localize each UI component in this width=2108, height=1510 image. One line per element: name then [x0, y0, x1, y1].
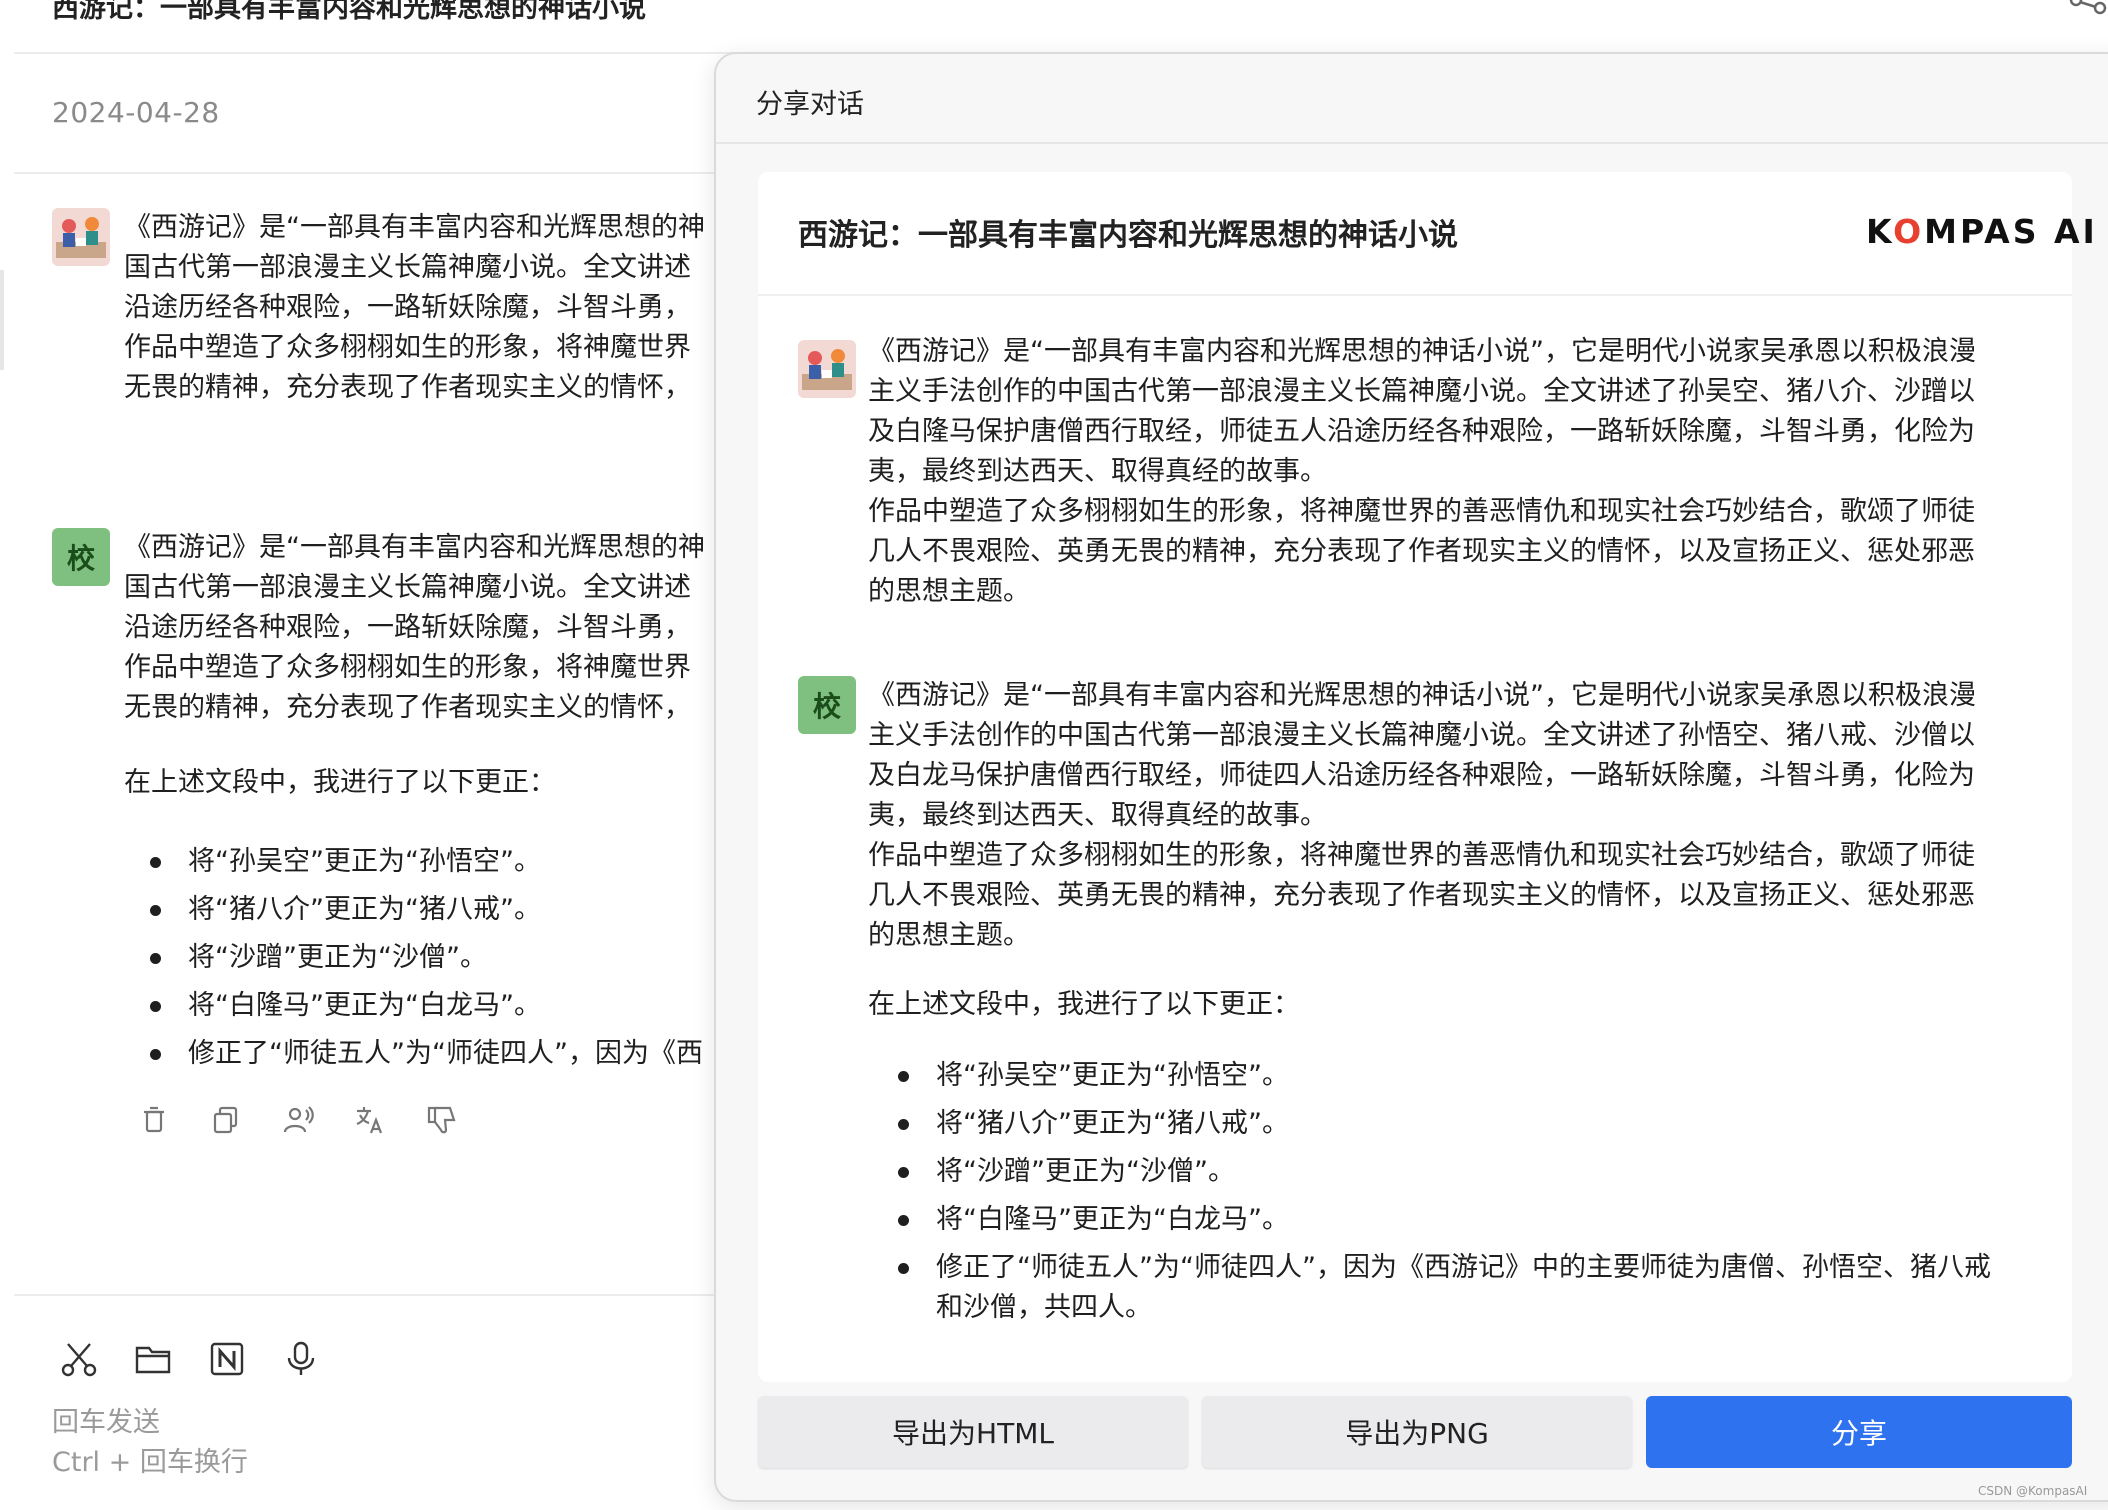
- corrected-line: 夷，最终到达西天、取得真经的故事。: [868, 800, 1327, 831]
- corrected-line: 主义手法创作的中国古代第一部浪漫主义长篇神魔小说。全文讲述了孙悟空、猪八戒、沙僧…: [868, 720, 1975, 751]
- preview-corrected-message: 《西游记》是“一部具有丰富内容和光辉思想的神话小说”，它是明代小说家吴承恩以积极…: [868, 676, 2048, 956]
- trash-icon[interactable]: [138, 1104, 170, 1136]
- microphone-icon[interactable]: [282, 1340, 320, 1378]
- list-item-text: 修正了“师徒五人”为“师徒四人”，因为《西游记》中的主要师徒为唐僧、孙悟空、猪八…: [936, 1252, 1991, 1283]
- original-line: 及白隆马保护唐僧西行取经，师徒五人沿途历经各种艰险，一路斩妖除魔，斗智斗勇，化险…: [868, 416, 1975, 447]
- message-actions: [138, 1104, 458, 1136]
- list-item: 将“沙蹭”更正为“沙僧”。: [150, 934, 720, 982]
- corrected-line: 沿途历经各种艰险，一路斩妖除魔，斗智斗勇，: [124, 612, 691, 643]
- corrected-line: 《西游记》是“一部具有丰富内容和光辉思想的神: [124, 532, 705, 563]
- original-line: 夷，最终到达西天、取得真经的故事。: [868, 456, 1327, 487]
- left-rail: [0, 270, 4, 370]
- original-line: 沿途历经各种艰险，一路斩妖除魔，斗智斗勇，: [124, 292, 691, 323]
- user-avatar: [798, 340, 856, 398]
- brand-logo-part: K: [1866, 212, 1894, 251]
- corrected-line: 及白龙马保护唐僧西行取经，师徒四人沿途历经各种艰险，一路斩妖除魔，斗智斗勇，化险…: [868, 760, 1975, 791]
- list-item: 将“孙吴空”更正为“孙悟空”。: [150, 838, 720, 886]
- original-line: 的思想主题。: [868, 576, 1030, 607]
- list-item: 将“白隆马”更正为“白龙马”。: [150, 982, 720, 1030]
- preview-title: 西游记：一部具有丰富内容和光辉思想的神话小说: [798, 218, 1458, 253]
- watermark: CSDN @KompasAI: [1978, 1484, 2088, 1498]
- translate-icon[interactable]: [354, 1104, 386, 1136]
- list-item: 修正了“师徒五人”为“师徒四人”，因为《西游记》中的主要师徒为唐僧、孙悟空、猪八…: [898, 1248, 2048, 1328]
- conversation-title: 西游记：一部具有丰富内容和光辉思想的神话小说: [52, 0, 646, 24]
- list-item: 将“孙吴空”更正为“孙悟空”。: [898, 1056, 2048, 1096]
- corrected-line: 作品中塑造了众多栩栩如生的形象，将神魔世界的善恶情仇和现实社会巧妙结合，歌颂了师…: [868, 840, 1975, 871]
- export-html-button[interactable]: 导出为HTML: [758, 1396, 1188, 1468]
- thumbs-down-icon[interactable]: [426, 1104, 458, 1136]
- corrected-line: 的思想主题。: [868, 920, 1030, 951]
- preview-original-message: 《西游记》是“一部具有丰富内容和光辉思想的神话小说”，它是明代小说家吴承恩以积极…: [868, 332, 2048, 612]
- list-item: 将“沙蹭”更正为“沙僧”。: [898, 1152, 2048, 1192]
- corrections-list: 将“孙吴空”更正为“孙悟空”。 将“猪八介”更正为“猪八戒”。 将“沙蹭”更正为…: [150, 838, 720, 1078]
- notion-icon[interactable]: [208, 1340, 246, 1378]
- send-hint: 回车发送: [52, 1407, 160, 1438]
- list-item: 将“白隆马”更正为“白龙马”。: [898, 1200, 2048, 1240]
- share-button[interactable]: 分享: [1646, 1396, 2072, 1468]
- conversation-date: 2024-04-28: [52, 96, 220, 129]
- list-item: 修正了“师徒五人”为“师徒四人”，因为《西: [150, 1030, 720, 1078]
- list-item-text: 和沙僧，共四人。: [936, 1292, 1152, 1323]
- input-toolbar: [60, 1340, 320, 1378]
- corrected-message: 《西游记》是“一部具有丰富内容和光辉思想的神 国古代第一部浪漫主义长篇神魔小说。…: [124, 528, 724, 728]
- share-icon[interactable]: [2068, 0, 2108, 20]
- original-message: 《西游记》是“一部具有丰富内容和光辉思想的神 国古代第一部浪漫主义长篇神魔小说。…: [124, 208, 724, 408]
- list-item-text: 将“孙吴空”更正为“孙悟空”。: [936, 1060, 1289, 1091]
- list-item-text: 将“白隆马”更正为“白龙马”。: [936, 1204, 1289, 1235]
- original-line: 作品中塑造了众多栩栩如生的形象，将神魔世界的善恶情仇和现实社会巧妙结合，歌颂了师…: [868, 496, 1975, 527]
- list-item: 将“猪八介”更正为“猪八戒”。: [898, 1104, 2048, 1144]
- preview-divider: [758, 294, 2072, 296]
- list-item-text: 将“猪八介”更正为“猪八戒”。: [936, 1108, 1289, 1139]
- brand-logo-accent: O: [1893, 212, 1925, 251]
- corrector-avatar: 校: [52, 528, 110, 586]
- original-line: 作品中塑造了众多栩栩如生的形象，将神魔世界: [124, 332, 691, 363]
- corrected-line: 几人不畏艰险、英勇无畏的精神，充分表现了作者现实主义的情怀，以及宣扬正义、惩处邪…: [868, 880, 1975, 911]
- corrector-avatar: 校: [798, 676, 856, 734]
- export-png-button[interactable]: 导出为PNG: [1202, 1396, 1632, 1468]
- corrected-line: 作品中塑造了众多栩栩如生的形象，将神魔世界: [124, 652, 691, 683]
- share-dialog: 分享对话 西游记：一部具有丰富内容和光辉思想的神话小说 KOMPAS AI 《西…: [714, 52, 2108, 1502]
- share-preview-card: 西游记：一部具有丰富内容和光辉思想的神话小说 KOMPAS AI 《西游记》是“…: [758, 172, 2095, 1382]
- corrected-line: 《西游记》是“一部具有丰富内容和光辉思想的神话小说”，它是明代小说家吴承恩以积极…: [868, 680, 1976, 711]
- list-item-text: 将“沙蹭”更正为“沙僧”。: [936, 1156, 1235, 1187]
- date-divider: [14, 172, 714, 174]
- original-line: 《西游记》是“一部具有丰富内容和光辉思想的神: [124, 212, 705, 243]
- folder-icon[interactable]: [134, 1340, 172, 1378]
- corrected-line: 无畏的精神，充分表现了作者现实主义的情怀，: [124, 692, 691, 723]
- original-line: 几人不畏艰险、英勇无畏的精神，充分表现了作者现实主义的情怀，以及宣扬正义、惩处邪…: [868, 536, 1975, 567]
- original-line: 无畏的精神，充分表现了作者现实主义的情怀，: [124, 372, 691, 403]
- list-item: 将“猪八介”更正为“猪八戒”。: [150, 886, 720, 934]
- corrections-intro: 在上述文段中，我进行了以下更正：: [868, 989, 1300, 1020]
- original-line: 《西游记》是“一部具有丰富内容和光辉思想的神话小说”，它是明代小说家吴承恩以积极…: [868, 336, 1976, 367]
- corrected-line: 国古代第一部浪漫主义长篇神魔小说。全文讲述: [124, 572, 691, 603]
- dialog-header-divider: [716, 142, 2108, 144]
- corrections-list: 将“孙吴空”更正为“孙悟空”。 将“猪八介”更正为“猪八戒”。 将“沙蹭”更正为…: [898, 1056, 2048, 1336]
- voice-user-icon[interactable]: [282, 1104, 314, 1136]
- user-avatar: [52, 208, 110, 266]
- brand-logo: KOMPAS AI: [1866, 212, 2098, 251]
- corrections-intro: 在上述文段中，我进行了以下更正：: [124, 767, 556, 798]
- brand-logo-part: MPAS AI: [1924, 212, 2098, 251]
- original-line: 国古代第一部浪漫主义长篇神魔小说。全文讲述: [124, 252, 691, 283]
- dialog-title: 分享对话: [756, 89, 864, 120]
- copy-icon[interactable]: [210, 1104, 242, 1136]
- original-line: 主义手法创作的中国古代第一部浪漫主义长篇神魔小说。全文讲述了孙吴空、猪八介、沙蹭…: [868, 376, 1975, 407]
- scissors-icon[interactable]: [60, 1340, 98, 1378]
- newline-hint: Ctrl + 回车换行: [52, 1447, 248, 1478]
